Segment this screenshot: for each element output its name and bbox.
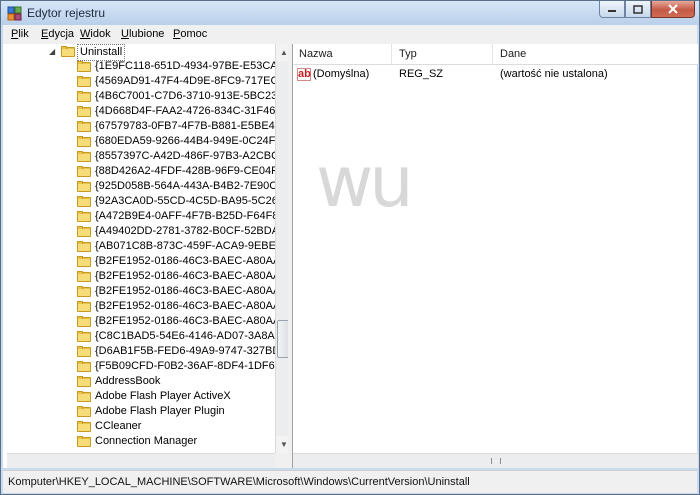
chevron-up-icon: ▲ [280, 48, 288, 57]
string-value-icon: ab [297, 68, 311, 81]
menu-view[interactable]: Widok [80, 28, 111, 40]
tree-item-label: {D6AB1F5B-FED6-49A9-9747-327BD28FB [95, 345, 289, 357]
value-data: (wartość nie ustalona) [500, 68, 608, 80]
tree-item-label: {A49402DD-2781-3782-B0CF-52BDA349E [95, 225, 289, 237]
folder-icon [77, 376, 91, 387]
watermark: wu [316, 141, 414, 223]
tree-item-label: {B2FE1952-0186-46C3-BAEC-A80AA35AC [95, 255, 289, 267]
folder-icon [77, 151, 91, 162]
tree-item-label: {AB071C8B-873C-459F-ACA9-9EBE03C3E [95, 240, 289, 252]
folder-icon [77, 406, 91, 417]
tree-item-label: {88D426A2-4FDF-428B-96F9-CE04F413D5 [95, 165, 289, 177]
close-button[interactable] [651, 1, 695, 18]
tree-item-label: CCleaner [95, 420, 142, 432]
status-path: Komputer\HKEY_LOCAL_MACHINE\SOFTWARE\Mic… [8, 476, 470, 488]
status-bar: Komputer\HKEY_LOCAL_MACHINE\SOFTWARE\Mic… [3, 470, 697, 493]
folder-icon [77, 301, 91, 312]
title-bar[interactable]: Edytor rejestru [1, 1, 699, 25]
folder-icon [77, 421, 91, 432]
tree-item-label: {B2FE1952-0186-46C3-BAEC-A80AA35AC [95, 315, 289, 327]
folder-open-icon [61, 46, 75, 57]
column-header-data[interactable]: Dane [500, 48, 526, 60]
folder-icon [77, 346, 91, 357]
list-horizontal-scrollbar[interactable] [293, 453, 698, 468]
folder-icon [77, 226, 91, 237]
menu-help[interactable]: Pomoc [173, 28, 207, 40]
column-header-name[interactable]: Nazwa [299, 48, 333, 60]
client-area: ◢ Uninstall {1E9FC118-651D-4934-97BE-E53CA… [3, 44, 698, 468]
tree-item-label: {B2FE1952-0186-46C3-BAEC-A80AA35AC [95, 270, 289, 282]
scrollbar-corner [275, 453, 288, 468]
list-header: Nazwa Typ Dane [293, 44, 698, 65]
column-header-type[interactable]: Typ [399, 48, 417, 60]
tree-horizontal-scrollbar[interactable] [7, 453, 275, 468]
folder-icon [77, 166, 91, 177]
registry-tree[interactable]: ◢ Uninstall {1E9FC118-651D-4934-97BE-E53CA… [7, 44, 289, 468]
tree-item-label: Connection Manager [95, 435, 198, 447]
tree-item-label: {925D058B-564A-443A-B4B2-7E90C6432E [95, 180, 289, 192]
menu-file[interactable]: Plik [11, 28, 29, 40]
registry-editor-icon [7, 6, 22, 21]
tree-item-label: {92A3CA0D-55CD-4C5D-BA95-5C2600C2 [95, 195, 289, 207]
maximize-button[interactable] [625, 1, 651, 18]
column-divider[interactable] [391, 44, 392, 64]
folder-icon [77, 361, 91, 372]
folder-icon [77, 241, 91, 252]
folder-icon [77, 196, 91, 207]
tree-item-label: Adobe Flash Player Plugin [95, 405, 225, 417]
folder-icon [77, 286, 91, 297]
tree-item-label: {A472B9E4-0AFF-4F7B-B25D-F64F8E928A [95, 210, 288, 222]
folder-icon [77, 106, 91, 117]
minimize-button[interactable] [599, 1, 625, 18]
tree-vertical-scrollbar[interactable]: ▲ ▼ [275, 44, 288, 453]
folder-icon [77, 331, 91, 342]
folder-icon [77, 436, 91, 447]
tree-item-label: {B2FE1952-0186-46C3-BAEC-A80AA35AC [95, 300, 289, 312]
tree-item-label: {4569AD91-47F4-4D9E-8FC9-717EC32D7A [95, 75, 288, 87]
menu-bar: Plik Edycja Widok Ulubione Pomoc [3, 25, 697, 45]
folder-icon [77, 211, 91, 222]
folder-icon [77, 91, 91, 102]
tree-item-label: {4D668D4F-FAA2-4726-834C-31F4614F31 [95, 105, 289, 117]
minimize-icon [608, 10, 616, 12]
tree-item-label: {C8C1BAD5-54E6-4146-AD07-3A8AD3656 [95, 330, 289, 342]
scroll-grip-icon [491, 458, 501, 464]
value-type: REG_SZ [399, 68, 444, 80]
folder-icon [77, 121, 91, 132]
maximize-icon [633, 4, 643, 14]
folder-icon [77, 316, 91, 327]
chevron-down-icon: ▼ [280, 440, 288, 449]
menu-edit[interactable]: Edycja [41, 28, 74, 40]
folder-icon [77, 391, 91, 402]
folder-icon [77, 61, 91, 72]
value-row[interactable]: ab (Domyślna) REG_SZ (wartość nie ustalo… [293, 66, 698, 82]
folder-icon [77, 136, 91, 147]
window-title: Edytor rejestru [27, 6, 106, 20]
tree-item-label: {8557397C-A42D-486F-97B3-A2CBC2372 [95, 150, 289, 162]
tree-item-label: {680EDA59-9266-44B4-949E-0C24F65DFF [95, 135, 289, 147]
column-divider[interactable] [492, 44, 493, 64]
tree-item-label: {4B6C7001-C7D6-3710-913E-5BC23FCE91 [95, 90, 288, 102]
tree-item-label: {1E9FC118-651D-4934-97BE-E53CAE5C7D [95, 60, 288, 72]
registry-editor-window: Edytor rejestru Plik Edycja Widok Ulubio… [0, 0, 700, 495]
menu-favorites[interactable]: Ulubione [121, 28, 164, 40]
folder-icon [77, 76, 91, 87]
expanded-triangle-icon[interactable]: ◢ [49, 47, 58, 56]
tree-item-label: Adobe Flash Player ActiveX [95, 390, 231, 402]
folder-icon [77, 181, 91, 192]
values-list[interactable]: Nazwa Typ Dane ab (Domyślna) REG_SZ (war… [292, 44, 698, 468]
value-name: (Domyślna) [313, 68, 370, 80]
tree-item-label: {F5B09CFD-F0B2-36AF-8DF4-1DF6B63FC [95, 360, 289, 372]
folder-icon [77, 271, 91, 282]
tree-item-label: AddressBook [95, 375, 161, 387]
tree-item-label: {67579783-0FB7-4F7B-B881-E5BE47C9DB [95, 120, 289, 132]
tree-item-label: {B2FE1952-0186-46C3-BAEC-A80AA35AC [95, 285, 289, 297]
close-icon [668, 4, 678, 14]
folder-icon [77, 256, 91, 267]
